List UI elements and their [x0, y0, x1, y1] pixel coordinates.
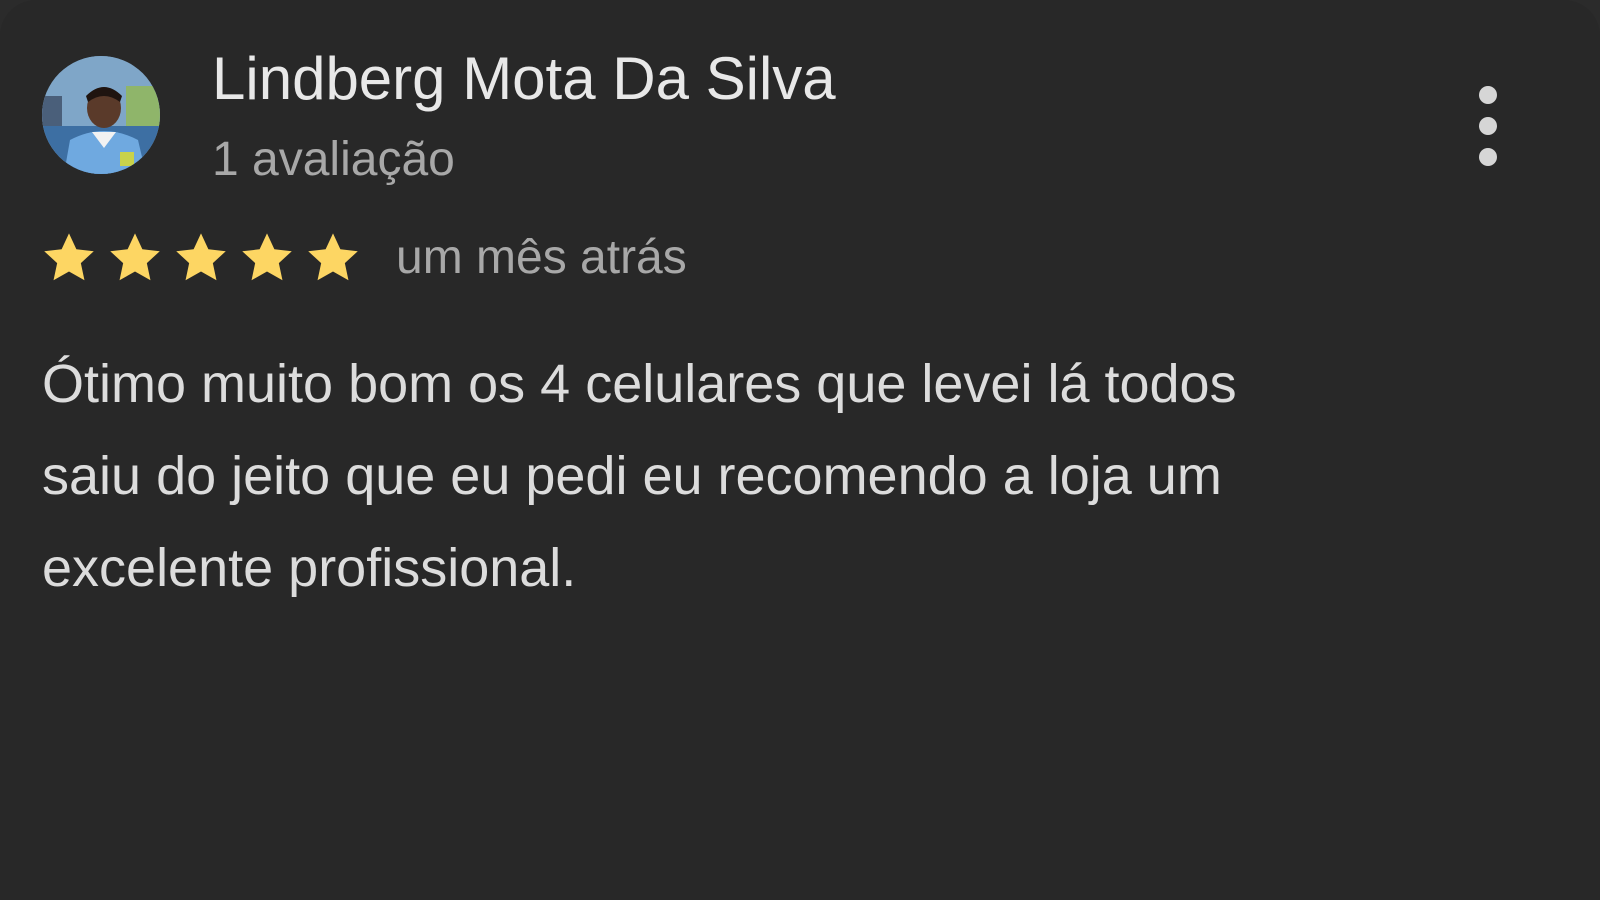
more-vertical-icon [1479, 86, 1497, 104]
avatar[interactable] [42, 56, 160, 174]
review-text: Ótimo muito bom os 4 celulares que levei… [42, 338, 1542, 614]
review-text-line: excelente profissional. [42, 538, 577, 598]
review-text-line: Ótimo muito bom os 4 celulares que levei… [42, 354, 1237, 414]
author-review-count: 1 avaliação [212, 133, 455, 186]
more-vertical-icon-dot [1479, 117, 1497, 135]
review-time: um mês atrás [396, 231, 687, 284]
rating-row: um mês atrás [40, 226, 687, 290]
star-icon [40, 229, 98, 287]
more-vertical-icon-dot [1479, 148, 1497, 166]
star-icon [106, 229, 164, 287]
star-icon [238, 229, 296, 287]
star-icon [304, 229, 362, 287]
avatar-photo [42, 56, 160, 174]
more-options-button[interactable] [1466, 86, 1510, 166]
star-rating [40, 229, 362, 287]
review-text-line: saiu do jeito que eu pedi eu recomendo a… [42, 446, 1222, 506]
star-icon [172, 229, 230, 287]
author-name[interactable]: Lindberg Mota Da Silva [212, 44, 836, 114]
review-card: Lindberg Mota Da Silva 1 avaliação um mê… [0, 0, 1600, 900]
